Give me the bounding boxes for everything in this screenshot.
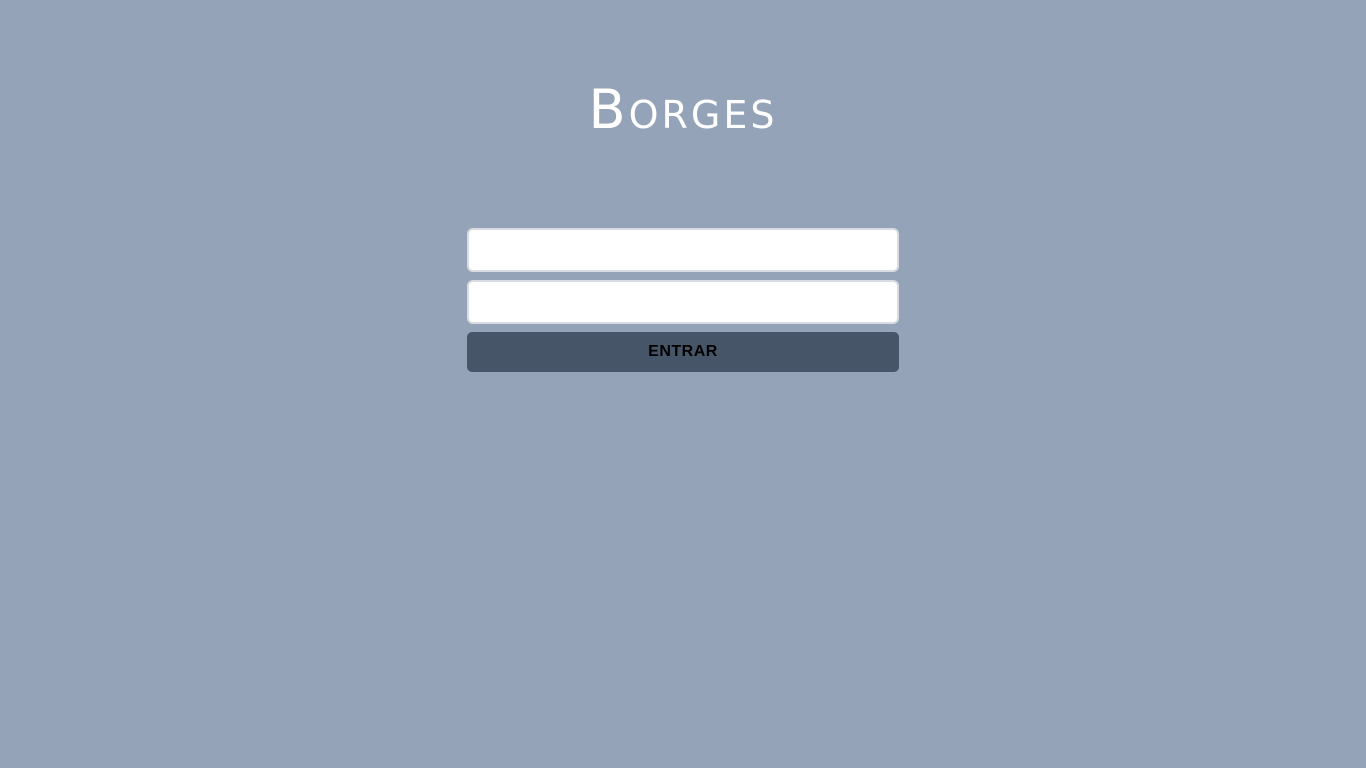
brand-logo: Borges [588,78,778,141]
login-form: ENTRAR [467,228,899,372]
password-input[interactable] [467,280,899,324]
username-input[interactable] [467,228,899,272]
login-button[interactable]: ENTRAR [467,332,899,372]
